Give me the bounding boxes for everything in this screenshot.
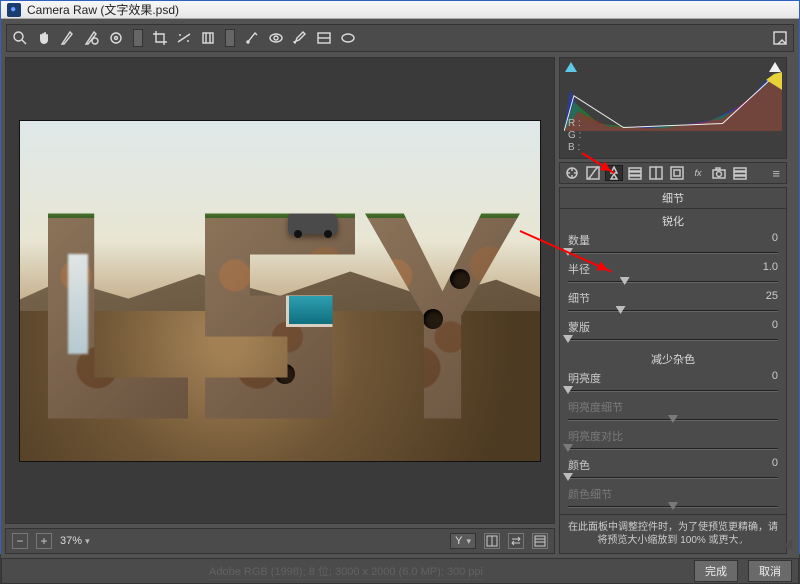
slider-color[interactable]: 颜色0 [560,456,786,485]
slider-detail[interactable]: 细节25 [560,289,786,318]
divider [133,29,143,47]
slider-luminance[interactable]: 明亮度0 [560,369,786,398]
adjustment-brush-tool[interactable] [291,29,309,47]
workflow-link[interactable]: Adobe RGB (1998); 8 位; 3000 x 2000 (6.0 … [209,563,483,580]
preview-footer: − + 37% ▾ Y▾ [5,528,555,554]
highlight-clip-indicator[interactable] [769,62,781,72]
detail-panel: 细节 锐化 数量0 半径1.0 细节25 蒙版0 [559,187,787,554]
done-button[interactable]: 完成 [694,560,738,582]
bottom-bar: Adobe RGB (1998); 8 位; 3000 x 2000 (6.0 … [1,558,799,584]
presets-tool[interactable] [771,29,789,47]
section-sharpen: 锐化 [560,209,786,231]
window-title: Camera Raw (文字效果.psd) [27,1,179,18]
straighten-tool[interactable] [175,29,193,47]
watermark: UiBQ.CoM [722,537,794,552]
histogram[interactable]: R : G : B : [559,57,787,159]
copy-settings-button[interactable] [532,533,548,549]
slider-luminance-contrast: 明亮度对比 [560,427,786,456]
transform-tool[interactable] [199,29,217,47]
zoom-in-button[interactable]: + [36,533,52,549]
titlebar: Camera Raw (文字效果.psd) [1,1,799,19]
slider-masking[interactable]: 蒙版0 [560,318,786,347]
slider-color-detail: 颜色细节 [560,485,786,514]
tab-hsl[interactable] [626,165,644,181]
color-sampler-tool[interactable] [83,29,101,47]
targeted-adjust-tool[interactable] [107,29,125,47]
canvas [20,121,540,461]
zoom-level[interactable]: 37% ▾ [60,535,90,547]
white-balance-tool[interactable] [59,29,77,47]
zoom-out-button[interactable]: − [12,533,28,549]
tab-presets[interactable] [731,165,749,181]
tab-lens[interactable] [668,165,686,181]
tab-camera[interactable] [710,165,728,181]
slider-amount[interactable]: 数量0 [560,231,786,260]
tab-curve[interactable] [584,165,602,181]
hand-tool[interactable] [35,29,53,47]
swap-button[interactable] [508,533,524,549]
tab-split[interactable] [647,165,665,181]
gradual-filter-tool[interactable] [315,29,333,47]
spot-removal-tool[interactable] [243,29,261,47]
adjustment-tabs: fx ≡ [559,162,787,184]
panel-title: 细节 [560,188,786,209]
cancel-button[interactable]: 取消 [748,560,792,582]
zoom-tool[interactable] [11,29,29,47]
tab-fx[interactable]: fx [689,165,707,181]
shadow-clip-indicator[interactable] [565,62,577,72]
compare-split-button[interactable] [484,533,500,549]
divider [225,29,235,47]
panel-menu-icon[interactable]: ≡ [769,166,783,181]
slider-luminance-detail: 明亮度细节 [560,398,786,427]
radial-filter-tool[interactable] [339,29,357,47]
rgb-readout: R : G : B : [568,118,581,154]
before-after-mode[interactable]: Y▾ [450,533,476,549]
crop-tool[interactable] [151,29,169,47]
redeye-tool[interactable] [267,29,285,47]
image-preview[interactable] [5,57,555,524]
tab-basic[interactable] [563,165,581,181]
section-noise: 减少杂色 [560,347,786,369]
main-toolbar [6,24,794,52]
app-icon [7,3,21,17]
